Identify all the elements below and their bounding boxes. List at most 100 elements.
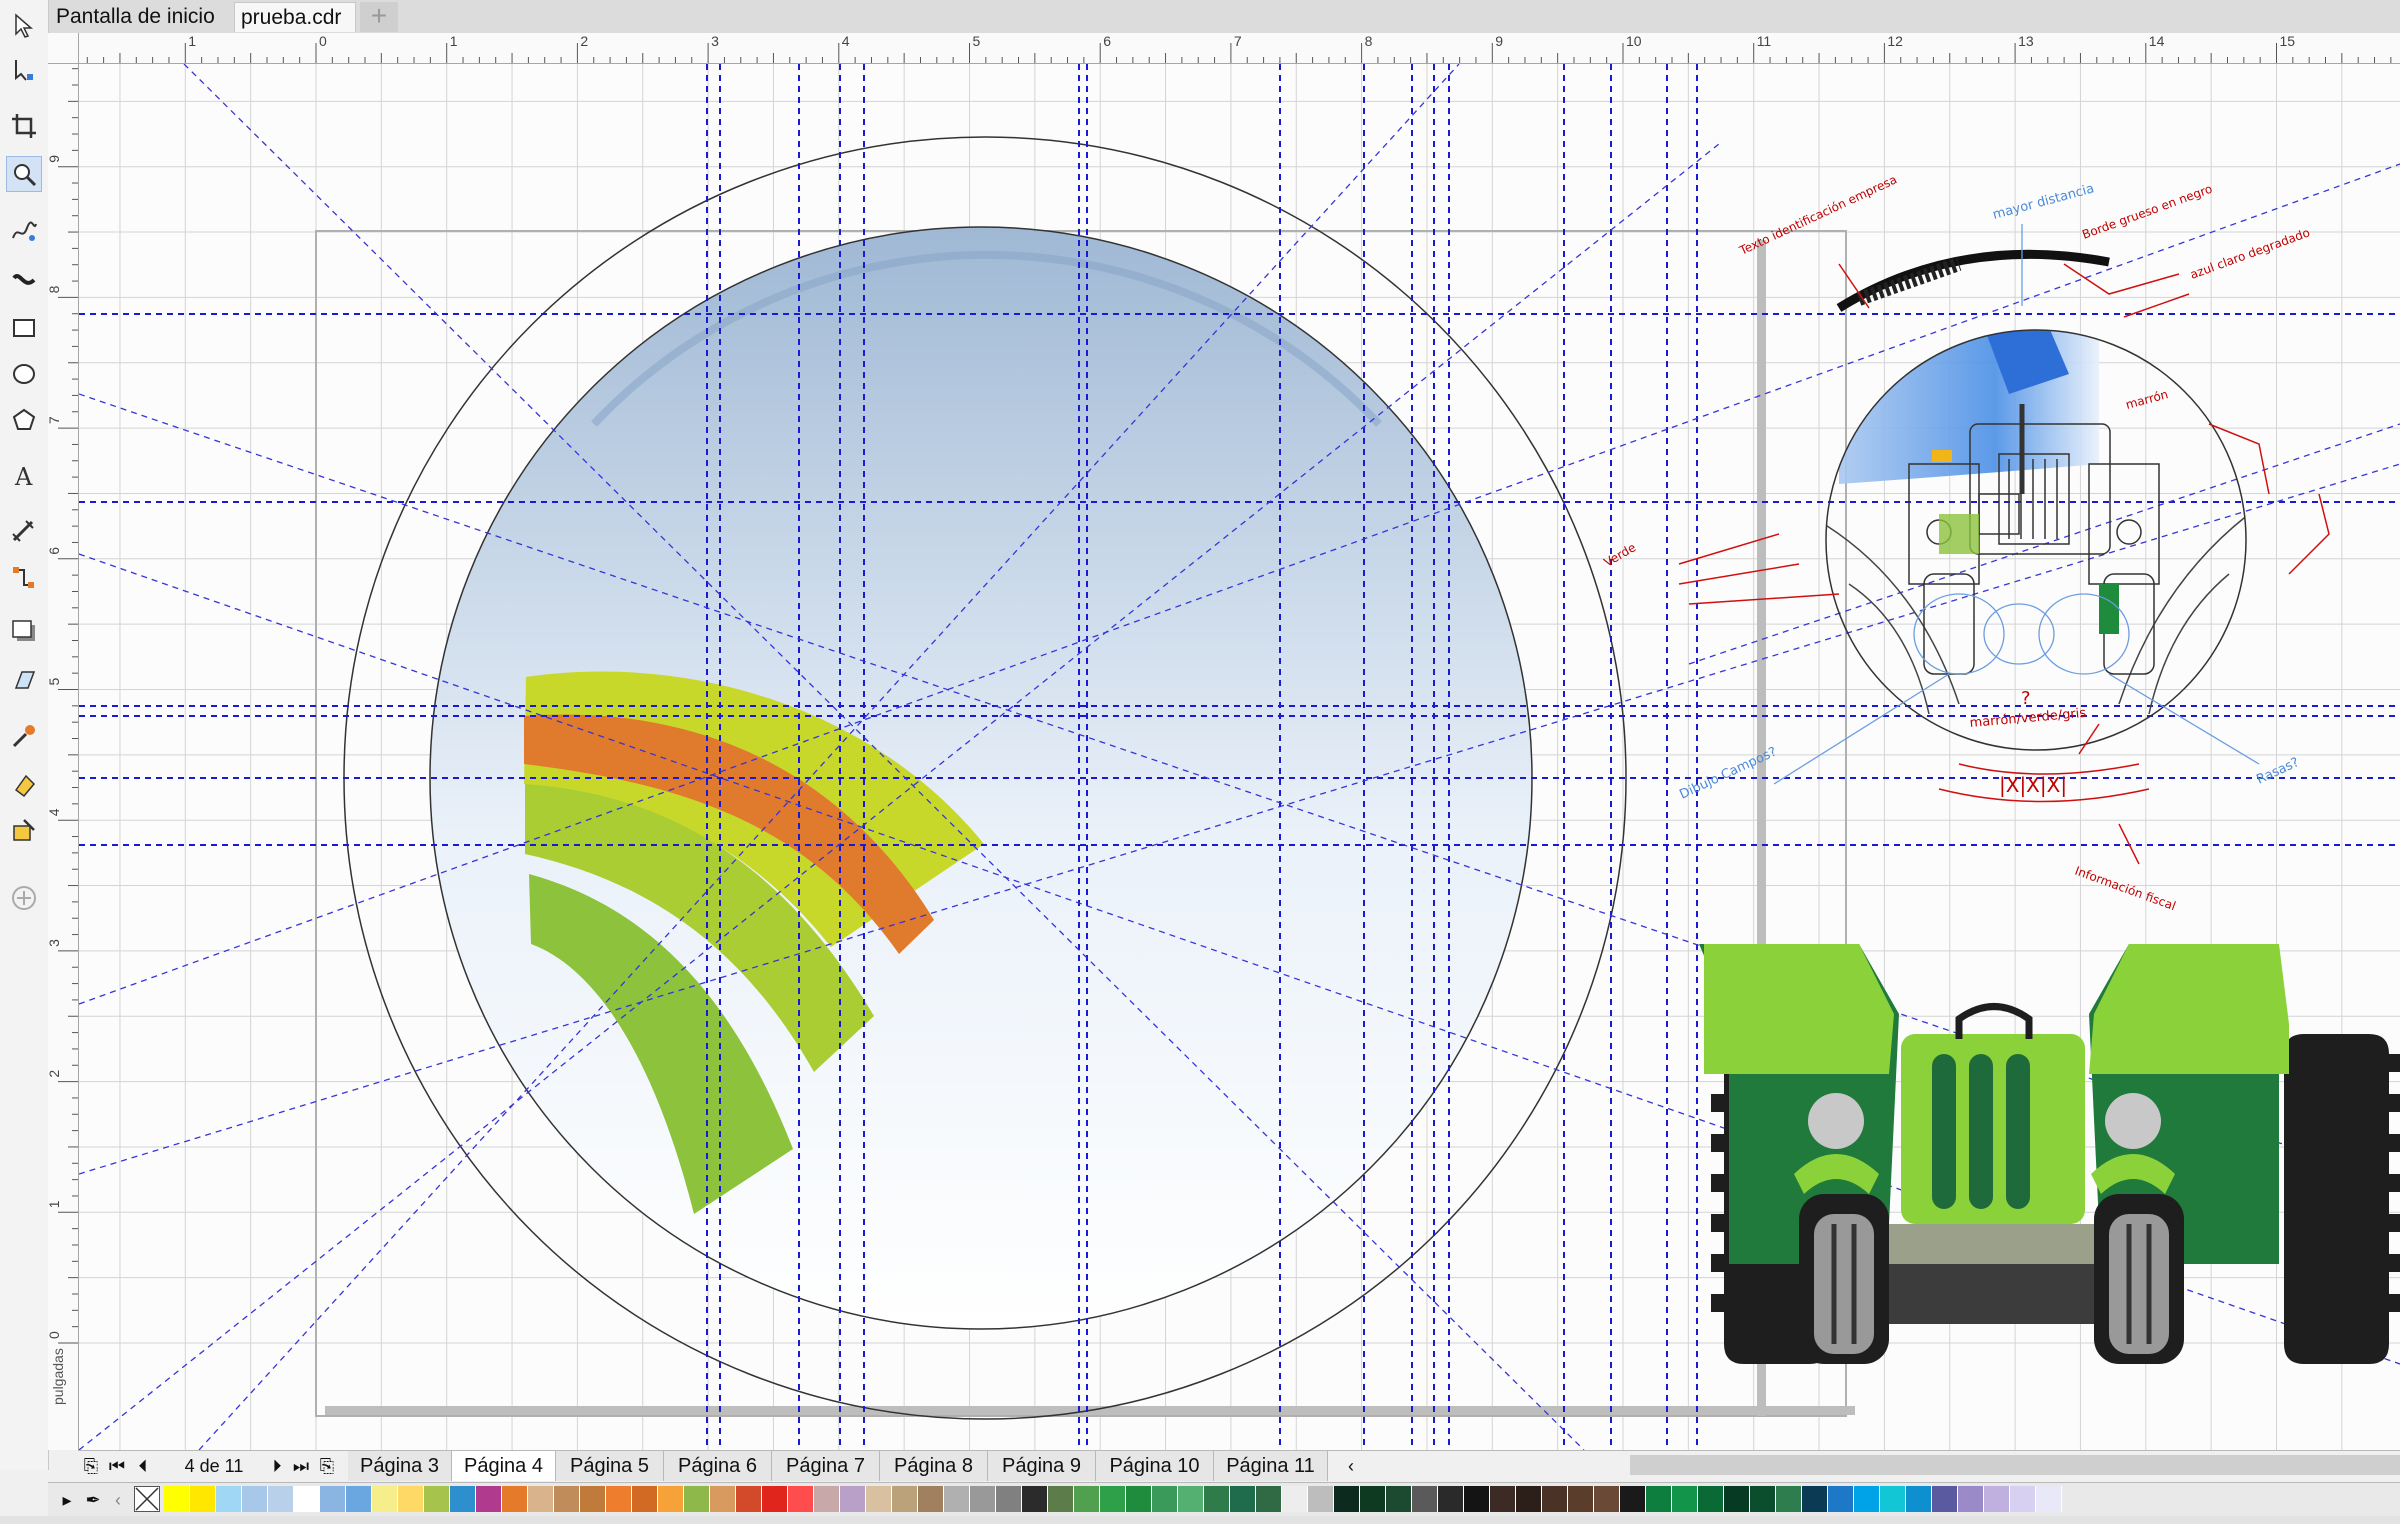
palette-swatch[interactable] xyxy=(1334,1486,1360,1512)
zoom-tool-icon[interactable] xyxy=(6,156,42,192)
page-tab-4[interactable]: Página 4 xyxy=(452,1451,556,1481)
page-tab-11[interactable]: Página 11 xyxy=(1214,1451,1328,1481)
palette-swatch[interactable] xyxy=(554,1486,580,1512)
palette-swatch[interactable] xyxy=(372,1486,398,1512)
palette-swatch[interactable] xyxy=(242,1486,268,1512)
rectangle-tool-icon[interactable] xyxy=(6,310,42,346)
palette-swatch[interactable] xyxy=(2010,1486,2036,1512)
interactive-fill-icon[interactable] xyxy=(6,766,42,802)
palette-swatch[interactable] xyxy=(658,1486,684,1512)
palette-swatch[interactable] xyxy=(814,1486,840,1512)
palette-swatch[interactable] xyxy=(1282,1486,1308,1512)
palette-swatch[interactable] xyxy=(1880,1486,1906,1512)
palette-swatch[interactable] xyxy=(944,1486,970,1512)
palette-swatch[interactable] xyxy=(424,1486,450,1512)
palette-swatch[interactable] xyxy=(1776,1486,1802,1512)
drop-shadow-icon[interactable] xyxy=(6,614,42,650)
vertical-ruler[interactable]: 9 8 7 6 5 4 3 2 1 0 xyxy=(46,63,79,1450)
palette-swatch[interactable] xyxy=(476,1486,502,1512)
palette-swatch[interactable] xyxy=(1984,1486,2010,1512)
palette-swatch[interactable] xyxy=(1698,1486,1724,1512)
next-page-icon[interactable]: ⏵ xyxy=(266,1453,288,1479)
smart-fill-icon[interactable] xyxy=(6,812,42,848)
palette-eyedropper-icon[interactable]: ✒ xyxy=(82,1487,104,1513)
palette-swatch[interactable] xyxy=(1308,1486,1334,1512)
horizontal-ruler[interactable]: 1 0 1 2 3 4 5 6 7 8 9 10 11 12 13 14 15 xyxy=(48,33,2400,64)
palette-swatch[interactable] xyxy=(450,1486,476,1512)
previous-page-icon[interactable]: ⏴ xyxy=(132,1453,154,1479)
first-page-icon[interactable]: ⏮ xyxy=(106,1453,128,1479)
palette-swatch[interactable] xyxy=(268,1486,294,1512)
crop-tool-icon[interactable] xyxy=(6,108,42,144)
tab-start-screen[interactable]: Pantalla de inicio xyxy=(50,2,250,32)
palette-swatch[interactable] xyxy=(1230,1486,1256,1512)
ellipse-tool-icon[interactable] xyxy=(6,356,42,392)
palette-swatch[interactable] xyxy=(1126,1486,1152,1512)
last-page-icon[interactable]: ⏭ xyxy=(290,1453,312,1479)
freehand-tool-icon[interactable] xyxy=(6,214,42,250)
palette-swatch[interactable] xyxy=(1490,1486,1516,1512)
palette-expand-icon[interactable]: ▸ xyxy=(58,1487,76,1513)
palette-swatch[interactable] xyxy=(502,1486,528,1512)
tractor-sketch[interactable]: Texto identificación empresa Borde grues… xyxy=(1602,172,2330,913)
page-tab-8[interactable]: Página 8 xyxy=(880,1451,988,1481)
page-tab-10[interactable]: Página 10 xyxy=(1096,1451,1214,1481)
palette-swatch[interactable] xyxy=(164,1486,190,1512)
palette-swatch[interactable] xyxy=(1620,1486,1646,1512)
palette-swatch[interactable] xyxy=(1074,1486,1100,1512)
palette-swatch[interactable] xyxy=(190,1486,216,1512)
palette-swatch[interactable] xyxy=(320,1486,346,1512)
palette-swatch[interactable] xyxy=(710,1486,736,1512)
page-tab-6[interactable]: Página 6 xyxy=(664,1451,772,1481)
palette-swatch[interactable] xyxy=(684,1486,710,1512)
add-page-after-icon[interactable]: ⎘ xyxy=(316,1453,338,1479)
palette-swatch[interactable] xyxy=(1854,1486,1880,1512)
palette-swatch[interactable] xyxy=(1724,1486,1750,1512)
palette-swatch[interactable] xyxy=(970,1486,996,1512)
palette-swatch[interactable] xyxy=(1256,1486,1282,1512)
palette-swatch[interactable] xyxy=(736,1486,762,1512)
artistic-media-icon[interactable] xyxy=(6,262,42,298)
palette-swatch[interactable] xyxy=(1958,1486,1984,1512)
palette-swatch[interactable] xyxy=(892,1486,918,1512)
palette-swatch[interactable] xyxy=(1178,1486,1204,1512)
palette-swatch[interactable] xyxy=(606,1486,632,1512)
palette-swatch[interactable] xyxy=(996,1486,1022,1512)
palette-swatch[interactable] xyxy=(1828,1486,1854,1512)
no-color-icon[interactable] xyxy=(134,1486,160,1512)
palette-swatch[interactable] xyxy=(1048,1486,1074,1512)
palette-swatch[interactable] xyxy=(1386,1486,1412,1512)
polygon-tool-icon[interactable] xyxy=(6,402,42,438)
palette-swatch[interactable] xyxy=(1516,1486,1542,1512)
palette-swatch[interactable] xyxy=(1438,1486,1464,1512)
pick-tool-icon[interactable] xyxy=(6,8,42,44)
palette-swatch[interactable] xyxy=(1594,1486,1620,1512)
page-tab-3[interactable]: Página 3 xyxy=(348,1451,452,1481)
palette-swatch[interactable] xyxy=(866,1486,892,1512)
palette-swatch[interactable] xyxy=(346,1486,372,1512)
page-tab-5[interactable]: Página 5 xyxy=(556,1451,664,1481)
page-tab-9[interactable]: Página 9 xyxy=(988,1451,1096,1481)
eyedropper-icon[interactable] xyxy=(6,718,42,754)
palette-swatch[interactable] xyxy=(216,1486,242,1512)
text-tool-icon[interactable]: A xyxy=(6,458,42,494)
palette-swatch[interactable] xyxy=(580,1486,606,1512)
palette-swatch[interactable] xyxy=(632,1486,658,1512)
transparency-icon[interactable] xyxy=(6,660,42,696)
page-tab-7[interactable]: Página 7 xyxy=(772,1451,880,1481)
parallel-dimension-icon[interactable] xyxy=(6,514,42,550)
palette-swatch[interactable] xyxy=(1412,1486,1438,1512)
shape-tool-icon[interactable] xyxy=(6,52,42,88)
palette-scroll-left-icon[interactable]: ‹ xyxy=(108,1487,128,1513)
palette-swatch[interactable] xyxy=(2036,1486,2062,1512)
palette-swatch[interactable] xyxy=(762,1486,788,1512)
palette-swatch[interactable] xyxy=(1464,1486,1490,1512)
palette-swatch[interactable] xyxy=(1100,1486,1126,1512)
tractor-illustration[interactable] xyxy=(1699,944,2400,1364)
tab-prueba-cdr[interactable]: prueba.cdr xyxy=(234,2,356,32)
add-page-before-icon[interactable]: ⎘ xyxy=(80,1453,102,1479)
palette-swatch[interactable] xyxy=(1360,1486,1386,1512)
drawing-canvas[interactable]: Texto identificación empresa Borde grues… xyxy=(79,64,2400,1450)
palette-swatch[interactable] xyxy=(1152,1486,1178,1512)
palette-swatch[interactable] xyxy=(398,1486,424,1512)
